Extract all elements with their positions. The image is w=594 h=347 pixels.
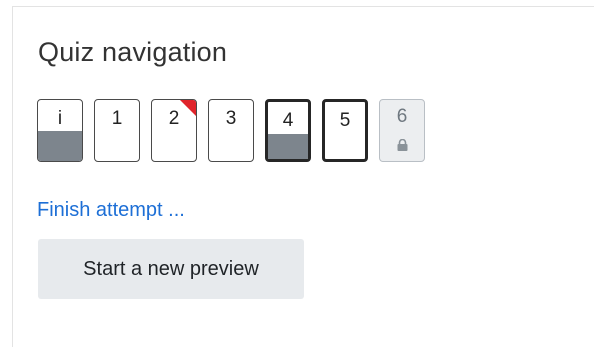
finish-attempt-link[interactable]: Finish attempt ... bbox=[37, 199, 185, 222]
question-button-5[interactable]: 5 bbox=[322, 99, 368, 162]
question-number: 5 bbox=[339, 110, 351, 131]
question-number: 4 bbox=[282, 110, 294, 131]
question-number: i bbox=[57, 108, 63, 129]
question-button-3[interactable]: 3 bbox=[208, 99, 254, 162]
question-button-2[interactable]: 2 bbox=[151, 99, 197, 162]
question-button-4[interactable]: 4 bbox=[265, 99, 311, 162]
question-number: 1 bbox=[111, 108, 123, 129]
question-number: 3 bbox=[225, 108, 237, 129]
question-number: 6 bbox=[396, 106, 408, 127]
question-navigation-row: i 1 2 3 4 5 6 bbox=[37, 99, 425, 162]
question-number: 2 bbox=[168, 108, 180, 129]
question-button-info[interactable]: i bbox=[37, 99, 83, 162]
answered-indicator bbox=[268, 134, 308, 159]
answered-indicator bbox=[38, 131, 82, 161]
lock-icon bbox=[397, 139, 408, 151]
question-button-6[interactable]: 6 bbox=[379, 99, 425, 162]
question-button-1[interactable]: 1 bbox=[94, 99, 140, 162]
block-title: Quiz navigation bbox=[38, 37, 228, 67]
start-new-preview-button[interactable]: Start a new preview bbox=[38, 239, 304, 299]
